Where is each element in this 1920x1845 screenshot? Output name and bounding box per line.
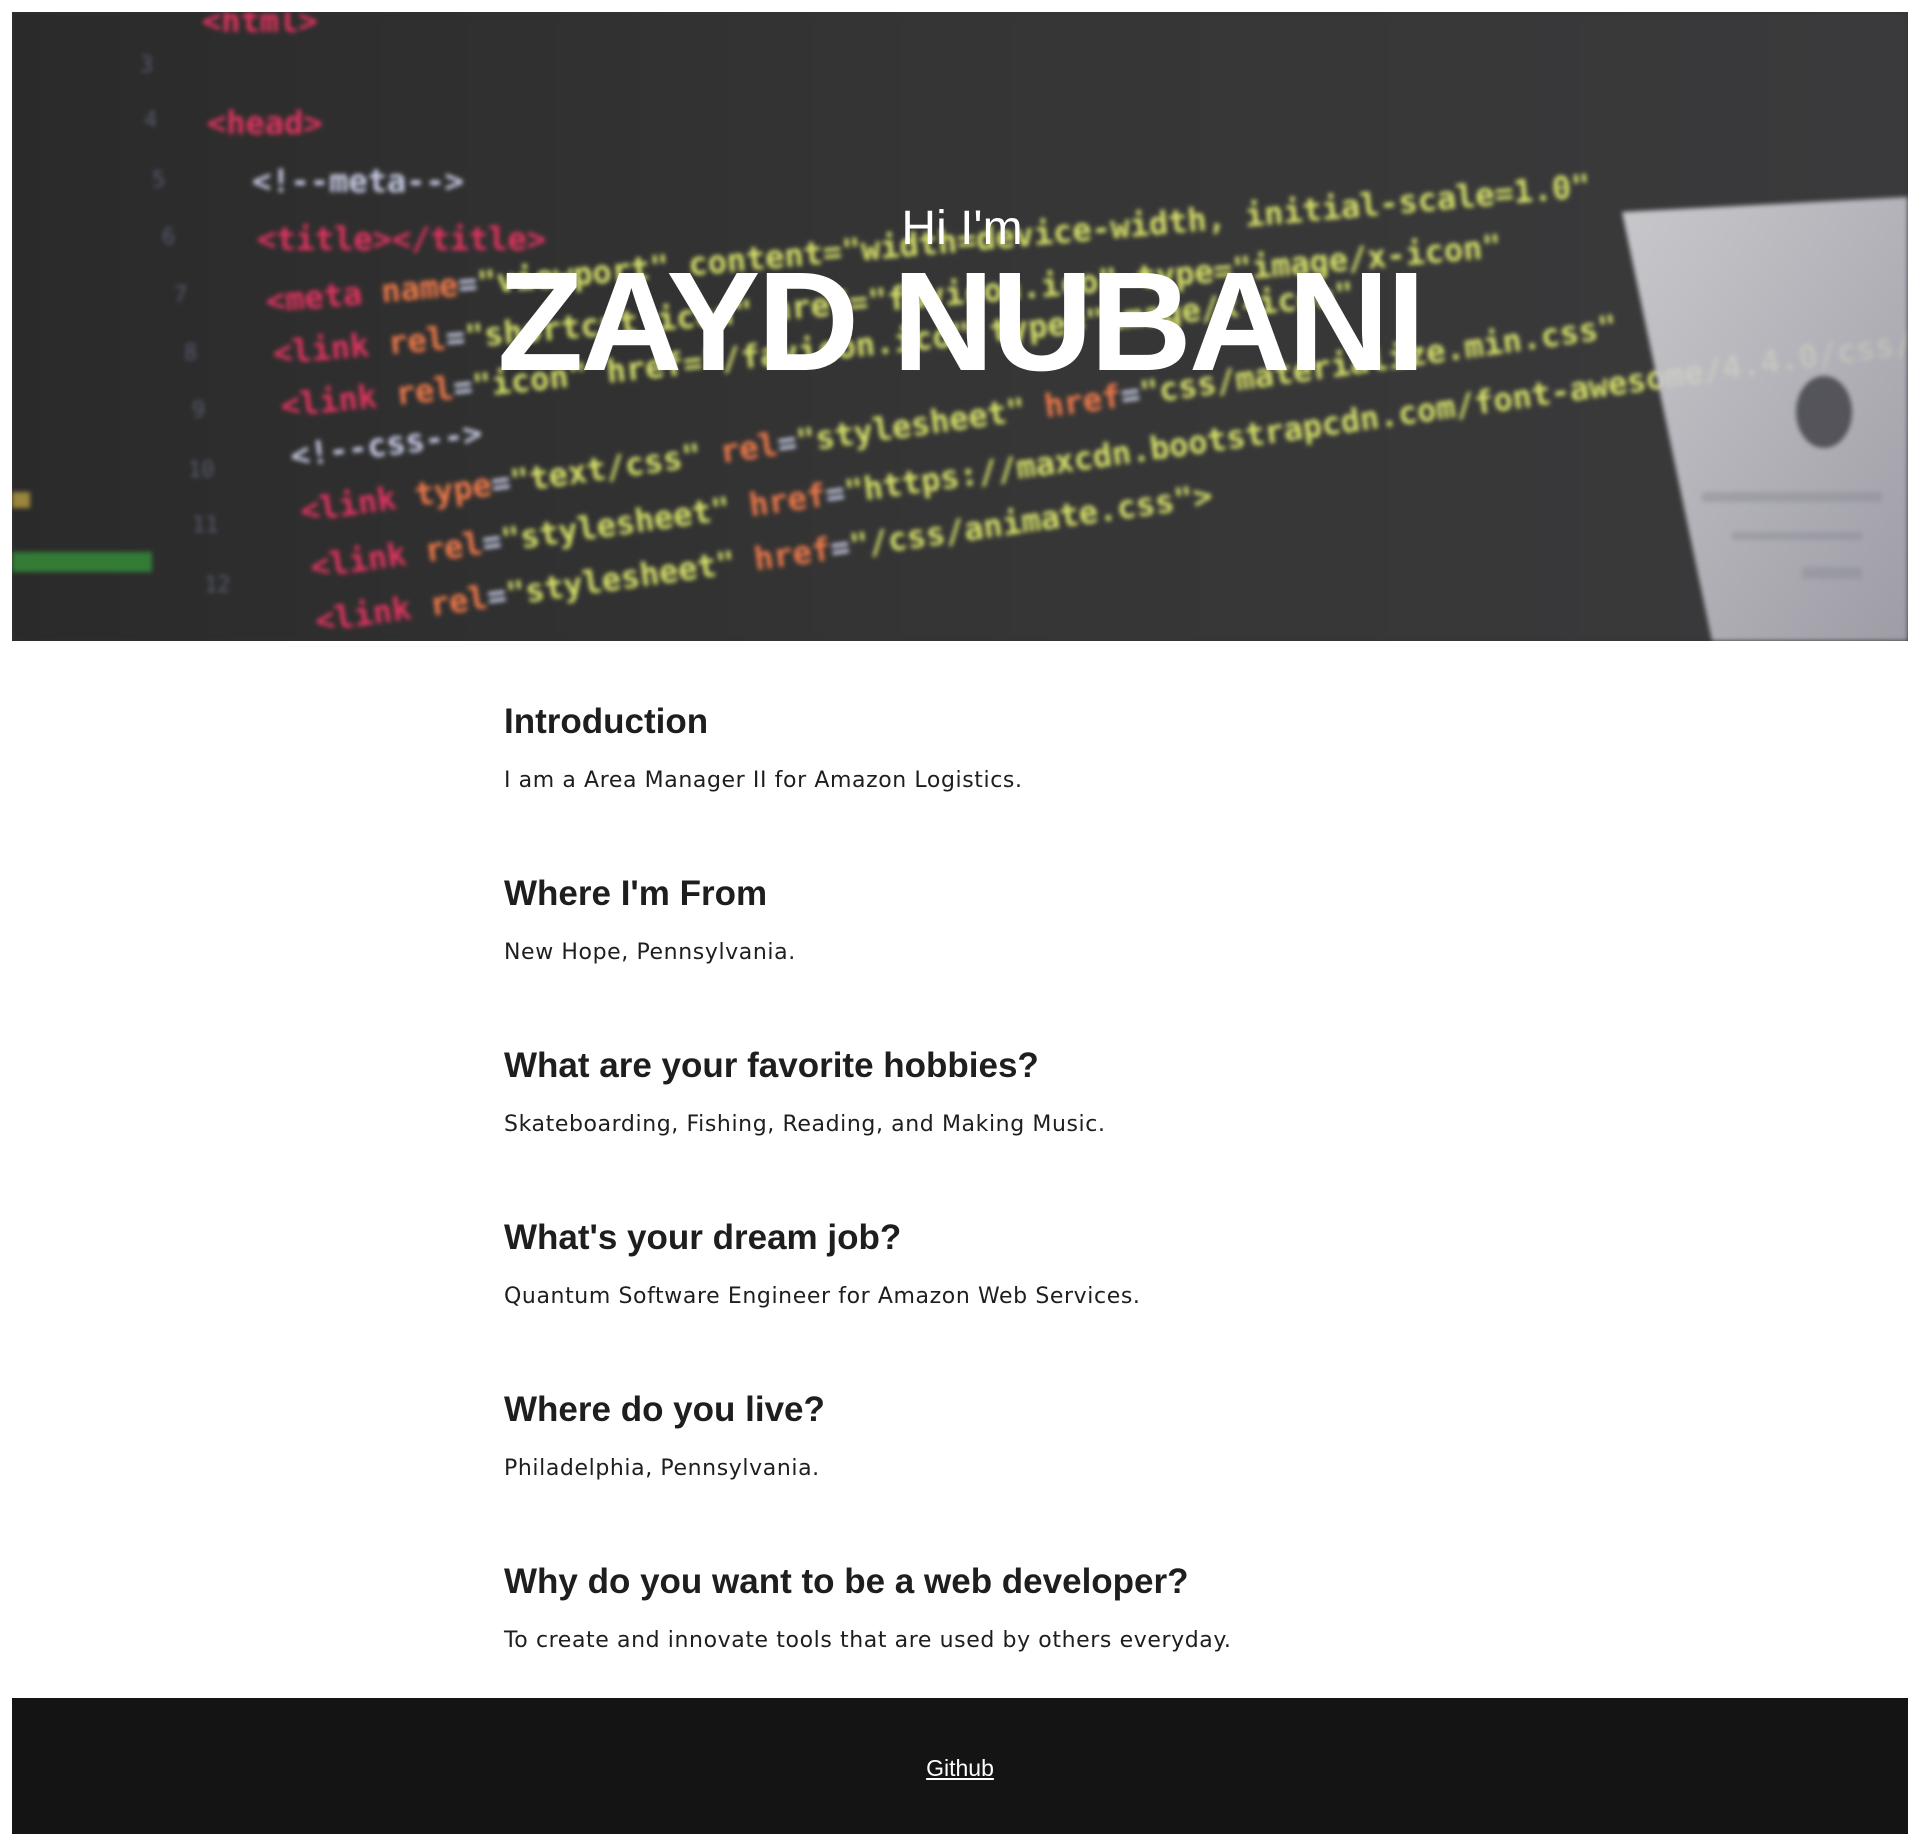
- svg-text:12: 12: [204, 573, 231, 598]
- svg-text:11: 11: [192, 513, 219, 538]
- section-dream-job: What's your dream job? Quantum Software …: [504, 1216, 1404, 1388]
- section-hobbies: What are your favorite hobbies? Skateboa…: [504, 1044, 1404, 1216]
- page: 3 4 5 6 7 8 9 10 11 12 <html> <head> <!-…: [0, 0, 1920, 1845]
- section-title: Introduction: [504, 702, 709, 741]
- section-title: What are your favorite hobbies?: [504, 1046, 1039, 1085]
- github-link[interactable]: Github: [926, 1754, 994, 1782]
- section-text: Quantum Software Engineer for Amazon Web…: [504, 1284, 1141, 1309]
- hero-heading-group: Hi I'm ZAYD NUBANI: [12, 202, 1908, 400]
- hero-banner: 3 4 5 6 7 8 9 10 11 12 <html> <head> <!-…: [12, 12, 1908, 641]
- footer: Github: [12, 1698, 1908, 1834]
- section-text: Skateboarding, Fishing, Reading, and Mak…: [504, 1112, 1106, 1137]
- section-where-live: Where do you live? Philadelphia, Pennsyl…: [504, 1388, 1404, 1560]
- section-introduction: Introduction I am a Area Manager II for …: [504, 700, 1404, 872]
- svg-text:9: 9: [192, 398, 205, 423]
- section-text: New Hope, Pennsylvania.: [504, 940, 796, 965]
- section-title: What's your dream job?: [504, 1218, 902, 1257]
- svg-text:4: 4: [144, 108, 157, 133]
- about-content: Introduction I am a Area Manager II for …: [504, 700, 1404, 1732]
- section-text: To create and innovate tools that are us…: [504, 1628, 1232, 1653]
- section-title: Why do you want to be a web developer?: [504, 1562, 1189, 1601]
- svg-text:3: 3: [140, 53, 153, 78]
- section-text: I am a Area Manager II for Amazon Logist…: [504, 768, 1023, 793]
- hero-name: ZAYD NUBANI: [497, 242, 1425, 400]
- section-where-from: Where I'm From New Hope, Pennsylvania.: [504, 872, 1404, 1044]
- section-title: Where I'm From: [504, 874, 768, 913]
- svg-text:10: 10: [188, 458, 215, 483]
- svg-text:5: 5: [152, 168, 165, 193]
- svg-text:<html>: <html>: [202, 12, 318, 40]
- svg-text:<head>: <head>: [207, 104, 323, 142]
- section-text: Philadelphia, Pennsylvania.: [504, 1456, 820, 1481]
- section-title: Where do you live?: [504, 1390, 825, 1429]
- svg-text:<!--meta-->: <!--meta-->: [252, 162, 464, 200]
